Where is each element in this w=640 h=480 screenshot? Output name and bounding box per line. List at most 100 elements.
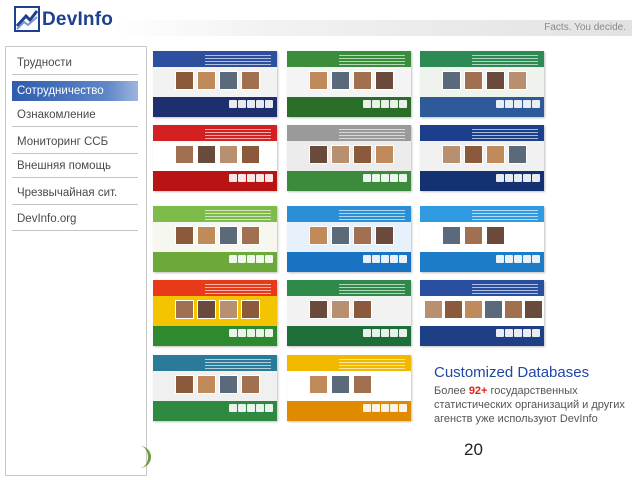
thumb-ethiopia[interactable] xyxy=(153,280,277,346)
thumb-photo xyxy=(219,375,238,394)
thumb-tool-icon xyxy=(229,329,237,337)
thumb-grey-green[interactable] xyxy=(287,125,411,191)
thumb-header-band xyxy=(420,206,544,222)
thumb-menu-lines xyxy=(472,284,538,296)
thumb-menu-lines xyxy=(339,210,405,222)
thumb-tool-icon xyxy=(265,174,273,182)
thumb-tool-icon xyxy=(390,174,398,182)
thumb-photo xyxy=(353,71,372,90)
thumb-photo xyxy=(331,71,350,90)
thumb-tool-icon xyxy=(247,174,255,182)
thumb-tool-icon xyxy=(256,255,264,263)
thumb-tool-icon xyxy=(514,174,522,182)
thumb-header-band xyxy=(287,125,411,141)
thumb-tool-icon xyxy=(256,174,264,182)
thumb-photo xyxy=(309,226,328,245)
caption-title: Customized Databases xyxy=(434,364,590,381)
thumb-menu-lines xyxy=(205,55,271,67)
thumb-wbg-info[interactable] xyxy=(420,125,544,191)
thumb-photo xyxy=(353,375,372,394)
thumb-tool-icon xyxy=(390,255,398,263)
thumb-tool-icon xyxy=(496,100,504,108)
thumb-photo xyxy=(241,226,260,245)
thumb-orange-info[interactable] xyxy=(287,355,411,421)
thumb-photo xyxy=(375,226,394,245)
thumb-tool-icon xyxy=(514,255,522,263)
thumb-devinfo-tanzania[interactable] xyxy=(287,51,411,117)
thumb-teal-info[interactable] xyxy=(153,355,277,421)
thumb-photo xyxy=(464,145,483,164)
thumb-header-band xyxy=(287,280,411,296)
thumb-photo xyxy=(219,145,238,164)
thumb-photo xyxy=(353,226,372,245)
thumb-photo xyxy=(331,145,350,164)
thumb-unicef-devinfo[interactable] xyxy=(287,206,411,272)
thumb-photo xyxy=(464,300,483,319)
thumb-tool-icon xyxy=(390,100,398,108)
thumb-tool-icon xyxy=(532,329,540,337)
thumb-photo xyxy=(241,71,260,90)
thumb-tool-icon xyxy=(363,404,371,412)
thumb-menu-lines xyxy=(205,210,271,222)
sidebar-item-mdg-monitoring[interactable]: Мониторинг ССБ xyxy=(12,132,138,154)
thumb-tool-icon xyxy=(381,329,389,337)
thumb-tool-icon xyxy=(247,100,255,108)
thumb-tool-icon xyxy=(229,404,237,412)
thumb-photo xyxy=(197,300,216,319)
thumb-photo xyxy=(197,226,216,245)
thumb-photo xyxy=(331,226,350,245)
thumb-tool-icon xyxy=(505,174,513,182)
thumb-header-band xyxy=(153,51,277,67)
thumb-tool-icon xyxy=(363,255,371,263)
thumb-tool-icon xyxy=(372,329,380,337)
sidebar-item-difficulties[interactable]: Трудности xyxy=(12,53,138,75)
thumb-urban-info[interactable] xyxy=(420,51,544,117)
thumb-tool-icon xyxy=(532,100,540,108)
thumb-tool-icon xyxy=(238,404,246,412)
thumb-tool-icon xyxy=(523,100,531,108)
thumb-mdg-info[interactable] xyxy=(420,280,544,346)
thumb-info-green[interactable] xyxy=(287,280,411,346)
brand-name: DevInfo xyxy=(42,9,114,30)
thumb-tool-icon xyxy=(372,100,380,108)
thumb-tool-icon xyxy=(363,329,371,337)
sidebar-item-external-aid[interactable]: Внешняя помощь xyxy=(12,156,138,178)
thumb-photo xyxy=(219,71,238,90)
thumb-photo xyxy=(331,300,350,319)
thumb-green-wave[interactable] xyxy=(153,206,277,272)
devinfo-logo-icon xyxy=(14,6,40,32)
thumb-photo xyxy=(464,71,483,90)
sidebar-item-devinfo-org[interactable]: DevInfo.org xyxy=(12,209,138,231)
thumb-tool-icon xyxy=(238,329,246,337)
thumb-tool-icon xyxy=(399,174,407,182)
thumb-menu-lines xyxy=(472,129,538,141)
thumb-tool-icon xyxy=(523,329,531,337)
thumb-photo xyxy=(175,145,194,164)
thumb-tool-icon xyxy=(363,174,371,182)
sidebar-item-familiarization[interactable]: Ознакомление xyxy=(12,105,138,127)
thumb-photo xyxy=(353,145,372,164)
thumb-photo xyxy=(464,226,483,245)
thumb-tool-icon xyxy=(399,255,407,263)
thumb-header-band xyxy=(287,355,411,371)
thumb-photo xyxy=(442,145,461,164)
thumb-header-band xyxy=(153,280,277,296)
thumb-photo xyxy=(484,300,503,319)
thumb-unicef-blue[interactable] xyxy=(420,206,544,272)
caption-prefix: Более xyxy=(434,385,469,397)
thumb-menu-lines xyxy=(205,129,271,141)
thumb-red-info[interactable] xyxy=(153,125,277,191)
thumb-photo xyxy=(331,375,350,394)
caption-body: Более 92+ государственных статистических… xyxy=(434,384,630,426)
thumb-photo xyxy=(524,300,543,319)
thumb-tool-icon xyxy=(256,100,264,108)
thumb-nepal[interactable] xyxy=(153,51,277,117)
thumb-tool-icon xyxy=(265,255,273,263)
devinfo-logo: DevInfo xyxy=(12,4,113,36)
sidebar-item-cooperation[interactable]: Сотрудничество xyxy=(12,81,138,101)
thumb-tool-icon xyxy=(496,174,504,182)
thumb-header-band xyxy=(287,206,411,222)
thumb-tool-icon xyxy=(238,174,246,182)
sidebar-item-emergency[interactable]: Чрезвычайная сит. xyxy=(12,183,138,205)
thumb-tool-icon xyxy=(505,255,513,263)
